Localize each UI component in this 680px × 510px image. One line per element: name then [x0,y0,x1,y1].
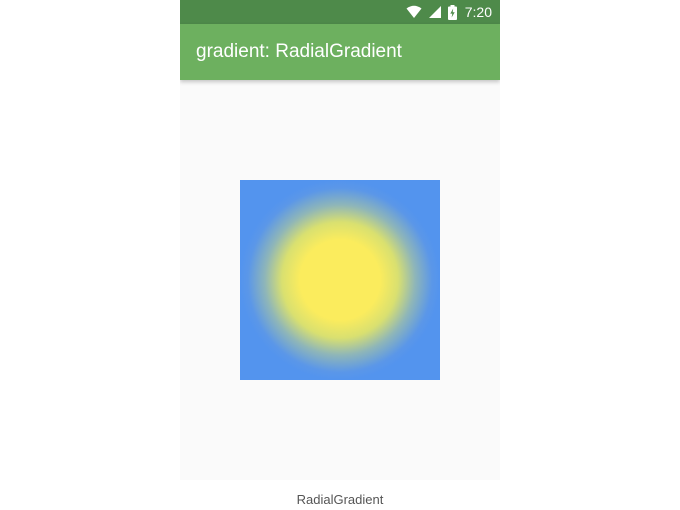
status-bar: 7:20 [180,0,500,24]
cell-signal-icon [428,6,441,18]
caption: RadialGradient [296,492,384,507]
wifi-icon [406,5,422,18]
battery-charging-icon [447,4,457,20]
app-bar-title: gradient: RadialGradient [196,41,402,62]
app-bar: gradient: RadialGradient [180,24,500,80]
status-time: 7:20 [464,4,492,20]
radial-gradient-box [240,180,440,380]
phone-screen: 7:20 gradient: RadialGradient [180,0,500,480]
status-icons: 7:20 [406,3,492,21]
